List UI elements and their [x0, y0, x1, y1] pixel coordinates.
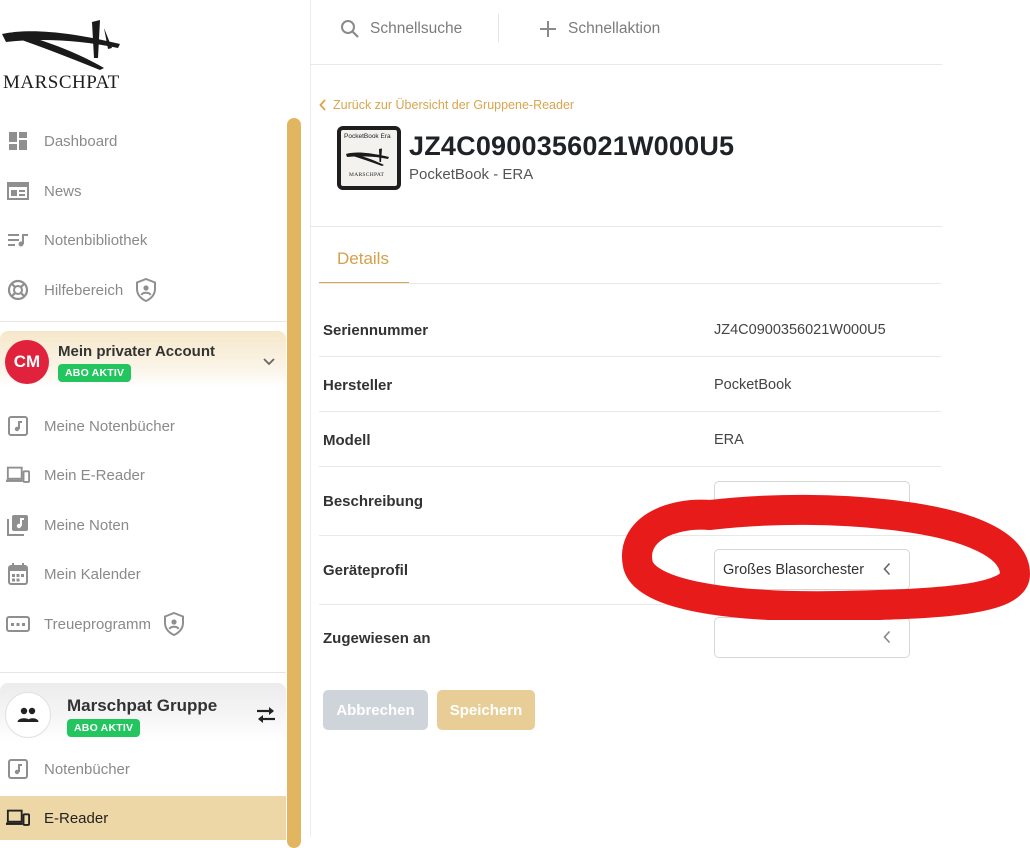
status-badge: ABO AKTIV — [58, 364, 132, 382]
sidebar-item-label: Hilfebereich — [44, 281, 124, 299]
header-divider — [310, 226, 942, 227]
device-logo-graphic — [346, 148, 389, 166]
detail-row-manufacturer: Hersteller PocketBook — [319, 357, 941, 412]
page-title: JZ4C0900356021W000U5 — [409, 131, 735, 161]
sidebar-item-label: News — [44, 182, 82, 200]
sidebar-item-notenbuecher[interactable]: Notenbücher — [0, 749, 286, 789]
sidebar-item-mein-e-reader[interactable]: Mein E-Reader — [0, 455, 286, 495]
music-book-icon — [6, 757, 30, 781]
status-badge: ABO AKTIV — [67, 719, 141, 737]
chevron-down-icon[interactable] — [262, 354, 276, 372]
search-icon — [340, 19, 360, 39]
sidebar-item-treueprogramm[interactable]: Treueprogramm — [0, 604, 286, 644]
group-name: Marschpat Gruppe — [67, 696, 218, 715]
music-book-icon — [6, 414, 30, 438]
detail-label: Seriennummer — [323, 322, 429, 339]
topbar: Schnellsuche Schnellaktion — [310, 0, 942, 65]
news-icon — [6, 179, 30, 203]
topbar-divider — [498, 14, 499, 42]
dashboard-icon — [6, 129, 30, 153]
logo-graphic — [2, 20, 120, 70]
sidebar-item-label: Meine Noten — [44, 516, 130, 534]
lifebuoy-icon — [6, 278, 30, 302]
detail-label: Zugewiesen an — [323, 630, 431, 647]
playlist-icon — [6, 228, 30, 252]
device-brand-text: PocketBook Era — [344, 133, 391, 140]
sidebar-item-dashboard[interactable]: Dashboard — [0, 121, 286, 161]
tab-divider — [319, 283, 941, 284]
music-library-icon — [6, 513, 30, 537]
swap-icon[interactable] — [254, 704, 278, 731]
detail-row-model: Modell ERA — [319, 412, 941, 467]
loyalty-card-icon — [6, 612, 30, 636]
detail-value: ERA — [714, 432, 744, 448]
detail-label: Hersteller — [323, 377, 393, 394]
sidebar-item-label: Notenbücher — [44, 760, 130, 778]
detail-label: Geräteprofil — [323, 562, 409, 579]
devices-icon — [6, 463, 30, 487]
brand-name: MARSCHPAT — [3, 72, 120, 93]
save-button[interactable]: Speichern — [437, 690, 535, 730]
shield-icon — [163, 612, 185, 636]
detail-label: Modell — [323, 432, 371, 449]
sidebar-item-hilfebereich[interactable]: Hilfebereich — [0, 270, 286, 310]
device-logo-text: MARSCHPAT — [349, 172, 385, 178]
detail-row-serial: Seriennummer JZ4C0900356021W000U5 — [319, 302, 941, 357]
assigned-to-select[interactable] — [714, 617, 910, 658]
device-thumbnail: PocketBook Era MARSCHPAT — [337, 126, 401, 190]
sidebar-item-label: Treueprogramm — [44, 615, 151, 633]
sidebar-item-notenbibliothek[interactable]: Notenbibliothek — [0, 220, 286, 260]
detail-value: JZ4C0900356021W000U5 — [714, 322, 886, 338]
quick-action-label: Schnellaktion — [568, 20, 661, 37]
annotation-highlight — [622, 494, 1030, 620]
sidebar-item-e-reader[interactable]: E-Reader — [0, 796, 286, 840]
cancel-button[interactable]: Abbrechen — [323, 690, 428, 730]
shield-icon — [135, 278, 157, 302]
plus-icon — [538, 19, 558, 39]
group-icon[interactable] — [5, 692, 51, 738]
sidebar-item-meine-noten[interactable]: Meine Noten — [0, 505, 286, 545]
quick-search-label: Schnellsuche — [370, 20, 463, 37]
sidebar-item-label: Mein Kalender — [44, 565, 141, 583]
back-link-label: Zurück zur Übersicht der Gruppene-Reader — [333, 98, 575, 112]
quick-search-button[interactable]: Schnellsuche — [340, 15, 462, 43]
chevron-left-icon — [883, 630, 891, 649]
sidebar-divider — [0, 672, 286, 673]
sidebar-item-label: E-Reader — [44, 809, 109, 827]
devices-icon — [6, 806, 30, 830]
tab-details[interactable]: Details — [319, 236, 409, 284]
calendar-icon — [6, 562, 30, 586]
detail-value: PocketBook — [714, 377, 792, 393]
sidebar-item-label: Meine Notenbücher — [44, 417, 175, 435]
sidebar-item-news[interactable]: News — [0, 171, 286, 211]
sidebar-item-label: Dashboard — [44, 132, 118, 150]
quick-action-button[interactable]: Schnellaktion — [538, 15, 660, 43]
detail-label: Beschreibung — [323, 493, 424, 510]
tab-label: Details — [337, 249, 389, 268]
chevron-left-icon — [319, 99, 327, 111]
sidebar-scrollbar[interactable] — [287, 118, 301, 848]
page-subtitle: PocketBook - ERA — [409, 166, 534, 183]
sidebar: MARSCHPAT Dashboard News Notenbibliothek… — [0, 0, 311, 848]
sidebar-item-label: Mein E-Reader — [44, 466, 145, 484]
device-screen: PocketBook Era MARSCHPAT — [341, 130, 397, 186]
sidebar-item-meine-notenbuecher[interactable]: Meine Notenbücher — [0, 406, 286, 446]
sidebar-item-label: Notenbibliothek — [44, 231, 148, 249]
back-link[interactable]: Zurück zur Übersicht der Gruppene-Reader — [319, 98, 574, 112]
avatar[interactable]: CM — [5, 340, 49, 384]
sidebar-item-mein-kalender[interactable]: Mein Kalender — [0, 554, 286, 594]
sidebar-divider — [0, 321, 286, 322]
account-name: Mein privater Account — [58, 343, 215, 360]
